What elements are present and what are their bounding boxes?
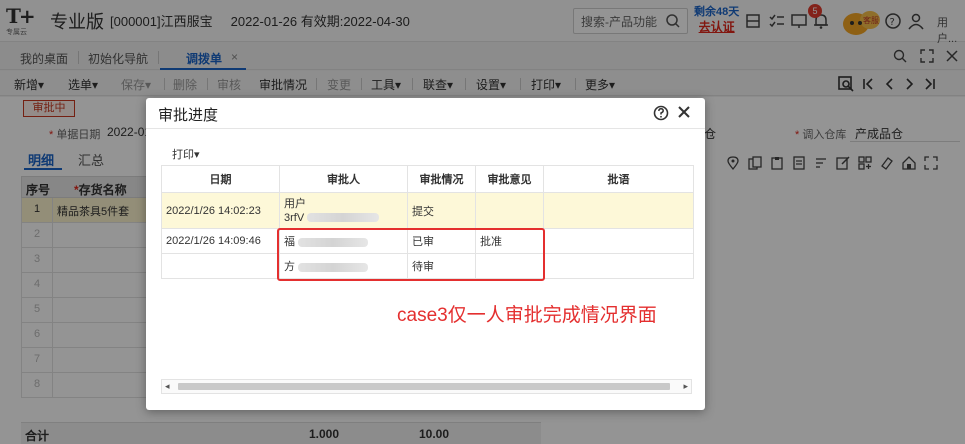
col-comment-header: 批语 <box>543 165 694 193</box>
dialog-print-menu[interactable]: 打印▾ <box>172 146 200 162</box>
table-header-row: 日期 审批人 审批情况 审批意见 批语 <box>161 165 694 193</box>
cell-comment <box>543 228 694 254</box>
redacted-name <box>307 213 380 223</box>
scroll-right-arrow-icon[interactable]: ▸ <box>683 381 688 392</box>
dialog-divider <box>146 128 705 129</box>
annotation-text: case3仅一人审批完成情况界面 <box>397 305 657 326</box>
cell-date: 2022/1/26 14:09:46 <box>161 228 280 254</box>
cell-status: 提交 <box>407 192 476 229</box>
cell-date <box>161 253 280 279</box>
col-approver-header: 审批人 <box>279 165 408 193</box>
cell-comment <box>543 253 694 279</box>
horizontal-scrollbar[interactable]: ◂ ▸ <box>161 379 692 394</box>
dialog-title: 审批进度 <box>158 107 219 124</box>
cell-comment <box>543 192 694 229</box>
cell-opinion <box>475 192 544 229</box>
dialog-close-icon[interactable] <box>675 103 693 121</box>
col-status-header: 审批情况 <box>407 165 476 193</box>
col-opinion-header: 审批意见 <box>475 165 544 193</box>
annotation-highlight-box <box>277 228 545 281</box>
table-row[interactable]: 2022/1/26 14:02:23 用户 3rfV 提交 <box>161 192 694 229</box>
scrollbar-thumb[interactable] <box>178 383 670 390</box>
cell-approver: 用户 3rfV <box>279 192 408 229</box>
scroll-left-arrow-icon[interactable]: ◂ <box>165 381 170 392</box>
cell-date: 2022/1/26 14:02:23 <box>161 192 280 229</box>
col-date-header: 日期 <box>161 165 280 193</box>
dialog-help-icon[interactable] <box>653 105 669 121</box>
